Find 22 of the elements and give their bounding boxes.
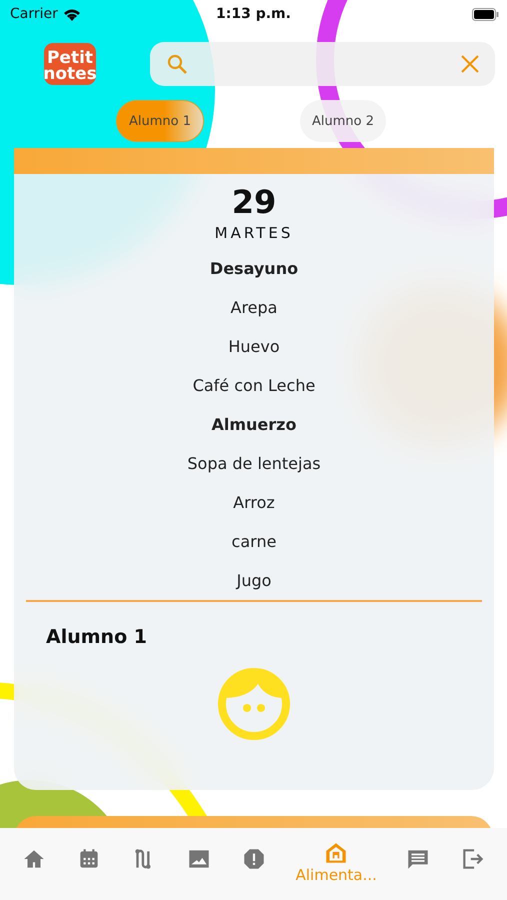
student-name: Alumno 1 xyxy=(46,626,147,648)
carrier-label: Carrier xyxy=(10,6,58,22)
app-logo: Petit notes xyxy=(44,43,96,85)
meal-heading: Desayuno xyxy=(210,258,298,280)
status-time: 1:13 p.m. xyxy=(216,6,291,22)
battery-icon xyxy=(472,8,499,20)
student-tab[interactable]: Alumno 1 xyxy=(116,100,204,142)
student-tab[interactable]: Alumno 2 xyxy=(300,100,386,142)
food-item: Arepa xyxy=(230,297,278,319)
food-item: Sopa de lentejas xyxy=(187,453,321,475)
day-number: 29 xyxy=(232,182,276,222)
child-face-icon xyxy=(218,668,290,740)
meal-heading: Almuerzo xyxy=(212,414,296,436)
food-item: Arroz xyxy=(233,492,275,514)
wifi-icon xyxy=(62,8,81,20)
food-item: Jugo xyxy=(236,570,272,592)
food-item: Huevo xyxy=(228,336,280,358)
food-item: Café con Leche xyxy=(192,375,316,397)
search-field[interactable] xyxy=(150,42,495,86)
search-icon xyxy=(166,53,188,75)
weekday-label: MARTES xyxy=(214,224,294,242)
food-item: carne xyxy=(232,531,276,553)
